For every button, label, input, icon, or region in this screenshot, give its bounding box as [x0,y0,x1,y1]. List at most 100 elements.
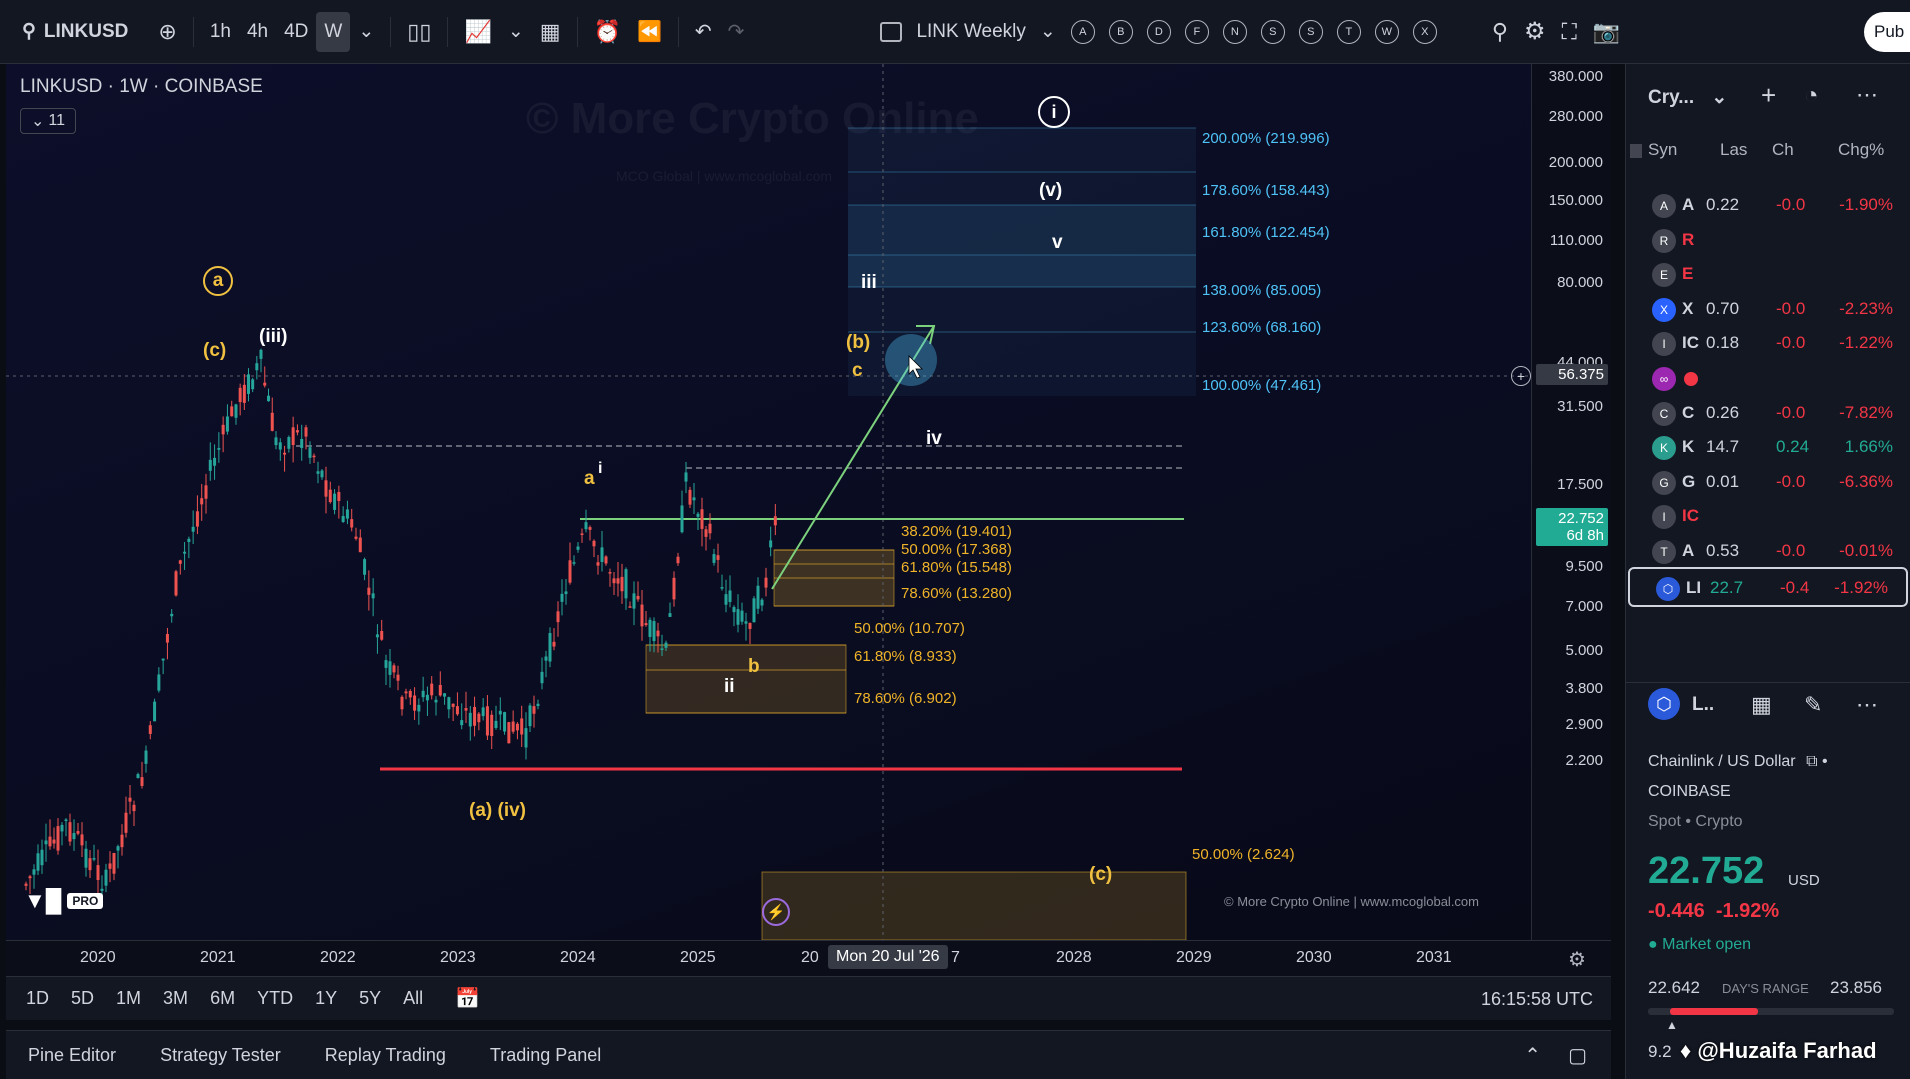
candle-body [640,604,644,627]
snapshot-button[interactable]: 📷 [1585,12,1628,52]
candle-body [684,472,688,482]
candle-body [430,683,434,696]
symbol-search-button[interactable]: ⚲ LINKUSD [14,12,150,52]
range-ytd[interactable]: YTD [257,988,293,1009]
quick-search-button[interactable]: ⚲ [1484,12,1516,52]
range-1m[interactable]: 1M [116,988,141,1009]
alert-letter-0[interactable]: A [1070,19,1095,44]
watchlist-change: -0.0 [1776,402,1806,422]
price-scale[interactable]: 380.000 280.000 200.000 150.000 110.000 80.00… [1531,64,1611,940]
axis-settings-icon[interactable]: ⚙ [1568,947,1586,972]
undo-button[interactable]: ↶ [687,12,720,52]
pie-chart-icon[interactable]: ◔ [1804,82,1819,110]
more-options-icon[interactable]: ⋯ [1856,82,1878,108]
candle-body [672,577,676,600]
column-change-pct[interactable]: Chg% [1838,140,1884,160]
watchlist-last: 22.7 [1710,577,1744,597]
chevron-up-icon[interactable]: ⌃ [1524,1043,1541,1068]
add-symbol-icon[interactable]: + [1761,80,1776,111]
time-tick-4: 2024 [560,949,596,966]
candle-body [588,527,592,530]
chain-icon: ∞ [1652,367,1676,391]
plus-circle-icon: ⊕ [158,18,177,44]
interval-dropdown[interactable]: ⌄ [350,12,382,52]
details-edit-icon[interactable]: ✎ [1804,692,1822,718]
column-change[interactable]: Ch [1772,140,1794,160]
alert-letter-2[interactable]: D [1146,19,1171,44]
alert-letter-9[interactable]: X [1412,19,1437,44]
alert-letter-3[interactable]: F [1184,19,1209,44]
alert-letter-6[interactable]: S [1298,19,1323,44]
fullscreen-button[interactable]: ⛶ [1553,12,1584,52]
indicators-dropdown[interactable]: ⌄ [500,12,532,52]
alert-letter-8[interactable]: W [1374,19,1399,44]
candle-body [128,797,132,802]
chart-canvas[interactable]: © More Crypto Online MCO Global | www.mc… [6,64,1531,940]
range-1y[interactable]: 1Y [315,988,337,1009]
candle-body [764,577,768,588]
add-symbol-button[interactable]: ⊕ [150,12,184,52]
range-1d[interactable]: 1D [26,988,49,1009]
details-grid-icon[interactable]: ▦ [1751,692,1772,718]
alert-button[interactable]: ⏰ [586,12,629,52]
interval-1h[interactable]: 1h [202,12,239,52]
range-5y[interactable]: 5Y [359,988,381,1009]
candle-body [464,708,468,711]
fib-label-138: 138.00% (85.005) [1202,282,1322,299]
column-symbol[interactable]: Syn [1648,140,1677,160]
watchlist-column-marker [1630,144,1642,158]
tab-strategy-tester[interactable]: Strategy Tester [160,1045,281,1066]
wave-label-v: v [1052,232,1063,253]
candle-body [696,513,700,517]
indicators-button[interactable]: 📈 [456,12,499,52]
range-all[interactable]: All [403,988,423,1009]
tab-trading-panel[interactable]: Trading Panel [490,1045,601,1066]
candles-icon: ▯▯ [407,18,432,44]
time-axis[interactable]: 2020 2021 2022 2023 2024 2025 20 7 2028 2029 2030 2… [6,940,1611,976]
interval-w[interactable]: W [316,11,351,52]
chart-type-button[interactable]: ▯▯ [399,12,439,52]
publish-button[interactable]: Pub [1864,12,1910,52]
candle-body [632,593,636,609]
interval-4h[interactable]: 4h [239,12,276,52]
layout-button[interactable]: LINK Weekly ⌄ [872,12,1063,52]
day-range-low: 22.642 [1648,978,1700,997]
candle-body [736,609,740,625]
replay-button[interactable]: ⏪ [629,12,670,52]
maximize-panel-icon[interactable]: ▢ [1568,1043,1587,1068]
candle-body [48,836,52,847]
tab-replay-trading[interactable]: Replay Trading [325,1045,446,1066]
calendar-icon[interactable]: 📅 [455,986,480,1011]
column-last[interactable]: Las [1720,140,1747,160]
details-type: Spot • Crypto [1648,813,1743,830]
lightning-icon[interactable]: ⚡ [762,898,790,926]
indicator-toggle[interactable]: ⌄ 11 [20,108,76,134]
crosshair-add-icon[interactable]: + [1511,366,1531,386]
alert-letter-7[interactable]: T [1336,19,1361,44]
interval-4d[interactable]: 4D [276,12,316,52]
details-more-icon[interactable]: ⋯ [1856,692,1878,718]
layouts-button[interactable]: ▦ [532,12,569,52]
alert-letter-5[interactable]: S [1260,19,1285,44]
candle-body [515,723,519,731]
candle-body [769,540,773,548]
redo-button[interactable]: ↷ [720,12,753,52]
candle-body [708,523,712,534]
utc-clock[interactable]: 16:15:58 UTC [1481,989,1593,1010]
settings-button[interactable]: ⚙ [1516,12,1554,52]
alert-letter-1[interactable]: B [1108,19,1133,44]
watchlist-row[interactable]: ⬡ LI 22.7 -0.4 -1.92% [1628,566,1908,607]
wave-label-iii-paren: (iii) [259,326,288,347]
alert-letter-4[interactable]: N [1222,19,1247,44]
watchlist-title-button[interactable]: Cry... ⌄ [1648,86,1727,109]
camera-icon: 📷 [1592,18,1621,44]
fib-zone-123-138 [848,255,1196,287]
range-3m[interactable]: 3M [163,988,188,1009]
candle-body [92,858,96,860]
candle-body [664,642,668,648]
range-6m[interactable]: 6M [210,988,235,1009]
external-link-icon[interactable]: ⧉ [1806,753,1817,770]
wave-label-iv: iv [926,428,942,449]
tab-pine-editor[interactable]: Pine Editor [28,1045,116,1066]
range-5d[interactable]: 5D [71,988,94,1009]
